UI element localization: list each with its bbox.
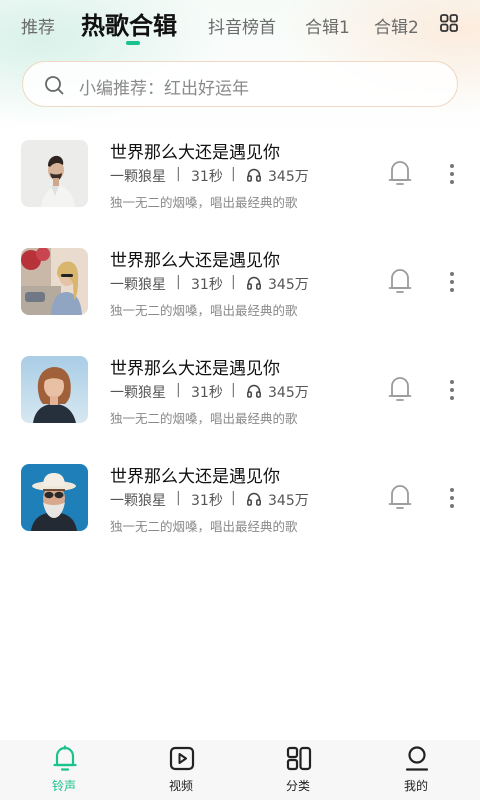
- artist-name: 一颗狼星: [110, 169, 166, 185]
- play-count: 345万: [268, 277, 309, 293]
- nav-profile[interactable]: 我的: [356, 740, 476, 800]
- category-tabs: 推荐 热歌合辑 抖音榜首 合辑1 合辑2: [0, 0, 480, 52]
- more-options-icon[interactable]: [442, 162, 462, 186]
- nav-label-category: 分类: [285, 779, 310, 793]
- nav-label-video: 视频: [168, 779, 193, 793]
- song-item[interactable]: 世界那么大还是遇见你 一颗狼星 | 31秒 | 345万 独一无二的烟嗓，唱出最…: [0, 464, 480, 560]
- meta-separator: |: [231, 382, 236, 398]
- song-cover-image: [21, 248, 88, 315]
- play-count: 345万: [268, 493, 309, 509]
- song-duration: 31秒: [191, 493, 223, 509]
- set-ringtone-bell-icon[interactable]: [387, 374, 413, 404]
- song-description: 独一无二的烟嗓，唱出最经典的歌: [110, 411, 298, 426]
- song-description: 独一无二的烟嗓，唱出最经典的歌: [110, 519, 298, 534]
- nav-label-profile: 我的: [403, 779, 428, 793]
- headphones-icon: [247, 492, 261, 506]
- song-title: 世界那么大还是遇见你: [110, 467, 280, 487]
- nav-video[interactable]: 视频: [121, 740, 241, 800]
- search-bar[interactable]: 小编推荐：红出好运年: [22, 61, 458, 107]
- headphones-icon: [247, 276, 261, 290]
- more-options-icon[interactable]: [442, 378, 462, 402]
- tab-album-2[interactable]: 合辑2: [374, 13, 419, 38]
- song-duration: 31秒: [191, 277, 223, 293]
- play-count: 345万: [268, 169, 309, 185]
- song-cover-image: [21, 464, 88, 531]
- meta-separator: |: [231, 490, 236, 506]
- song-duration: 31秒: [191, 385, 223, 401]
- artist-name: 一颗狼星: [110, 277, 166, 293]
- meta-separator: |: [231, 274, 236, 290]
- song-duration: 31秒: [191, 169, 223, 185]
- song-description: 独一无二的烟嗓，唱出最经典的歌: [110, 303, 298, 318]
- song-item[interactable]: 世界那么大还是遇见你 一颗狼星 | 31秒 | 345万 独一无二的烟嗓，唱出最…: [0, 356, 480, 452]
- play-count: 345万: [268, 385, 309, 401]
- bottom-navigation: 铃声 视频 分类 我的: [0, 740, 480, 800]
- song-title: 世界那么大还是遇见你: [110, 359, 280, 379]
- meta-separator: |: [231, 166, 236, 182]
- search-icon: [45, 76, 64, 95]
- nav-category[interactable]: 分类: [238, 740, 358, 800]
- song-cover-image: [21, 140, 88, 207]
- video-icon: [169, 746, 195, 771]
- profile-icon: [405, 746, 429, 771]
- meta-separator: |: [176, 274, 181, 290]
- tab-album-1[interactable]: 合辑1: [305, 13, 350, 38]
- category-icon: [286, 746, 312, 771]
- grid-menu-icon[interactable]: [439, 13, 459, 33]
- screen: 推荐 热歌合辑 抖音榜首 合辑1 合辑2 小编推荐：红出好运年 世界那么大还是遇…: [0, 0, 480, 800]
- active-tab-indicator: [126, 41, 140, 45]
- headphones-icon: [247, 168, 261, 182]
- artist-name: 一颗狼星: [110, 385, 166, 401]
- song-title: 世界那么大还是遇见你: [110, 143, 280, 163]
- headphones-icon: [247, 384, 261, 398]
- more-options-icon[interactable]: [442, 270, 462, 294]
- song-item[interactable]: 世界那么大还是遇见你 一颗狼星 | 31秒 | 345万 独一无二的烟嗓，唱出最…: [0, 248, 480, 344]
- set-ringtone-bell-icon[interactable]: [387, 266, 413, 296]
- tab-recommend[interactable]: 推荐: [21, 13, 55, 38]
- song-description: 独一无二的烟嗓，唱出最经典的歌: [110, 195, 298, 210]
- more-options-icon[interactable]: [442, 486, 462, 510]
- song-cover-image: [21, 356, 88, 423]
- nav-ringtone[interactable]: 铃声: [4, 740, 124, 800]
- search-placeholder: 小编推荐：红出好运年: [79, 79, 249, 99]
- set-ringtone-bell-icon[interactable]: [387, 482, 413, 512]
- meta-separator: |: [176, 382, 181, 398]
- nav-label-ringtone: 铃声: [51, 779, 76, 793]
- song-title: 世界那么大还是遇见你: [110, 251, 280, 271]
- tab-douyin-top[interactable]: 抖音榜首: [208, 13, 276, 38]
- set-ringtone-bell-icon[interactable]: [387, 158, 413, 188]
- bell-icon: [53, 745, 77, 771]
- song-item[interactable]: 世界那么大还是遇见你 一颗狼星 | 31秒 | 345万 独一无二的烟嗓，唱出最…: [0, 140, 480, 236]
- artist-name: 一颗狼星: [110, 493, 166, 509]
- tab-hot-songs[interactable]: 热歌合辑: [81, 6, 177, 41]
- meta-separator: |: [176, 490, 181, 506]
- meta-separator: |: [176, 166, 181, 182]
